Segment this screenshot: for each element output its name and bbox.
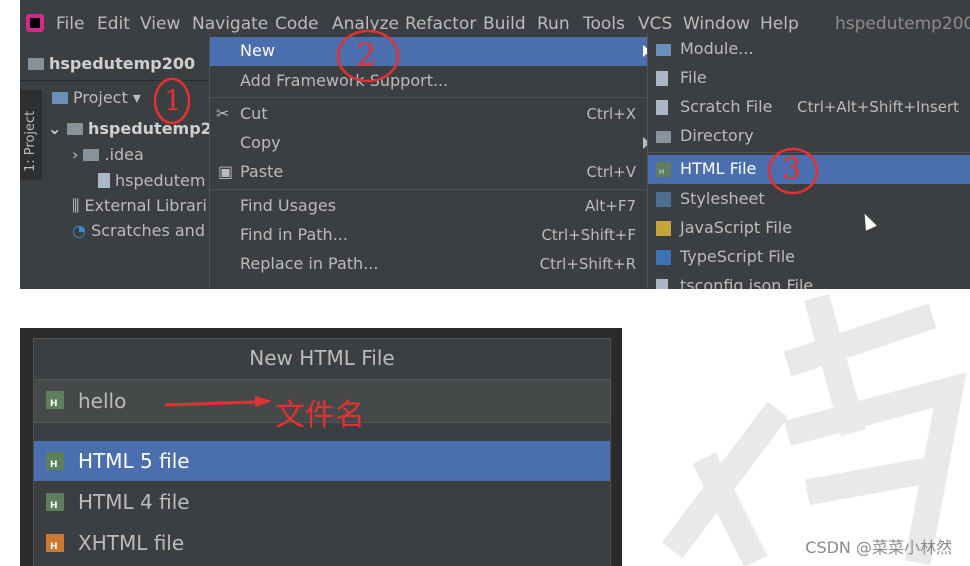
html-file-icon [46, 452, 64, 470]
new-html-file-dialog-screenshot: New HTML File hello HTML 5 file HTML 4 f… [20, 328, 622, 566]
option-html5[interactable]: HTML 5 file [34, 441, 610, 481]
ide-screenshot: File Edit View Navigate Code Analyze Ref… [20, 0, 970, 289]
xhtml-file-icon [46, 534, 64, 552]
watermark-stroke [692, 452, 768, 566]
annotation-arrow [164, 396, 272, 407]
dialog-frame: New HTML File hello HTML 5 file HTML 4 f… [33, 338, 611, 566]
watermark-graphic [661, 294, 967, 566]
arrow-head-icon [255, 396, 272, 407]
watermark-stroke [804, 294, 866, 436]
annotation-filename-note: 文件名 [275, 398, 365, 433]
option-html4[interactable]: HTML 4 file [34, 482, 610, 522]
dialog-title: New HTML File [249, 346, 395, 370]
annotation-layer [153, 29, 819, 195]
annotation-number-1: 1 [164, 84, 182, 117]
file-name-value: hello [78, 389, 127, 413]
csdn-watermark: CSDN @菜菜小林然 [805, 538, 952, 557]
html-file-icon [46, 391, 64, 409]
watermark-stroke [804, 454, 946, 506]
option-xhtml[interactable]: XHTML file [34, 523, 610, 563]
annotation-number-3: 3 [782, 152, 802, 187]
annotation-number-2: 2 [356, 36, 377, 74]
arrow-line [164, 400, 256, 407]
html-file-icon [46, 493, 64, 511]
